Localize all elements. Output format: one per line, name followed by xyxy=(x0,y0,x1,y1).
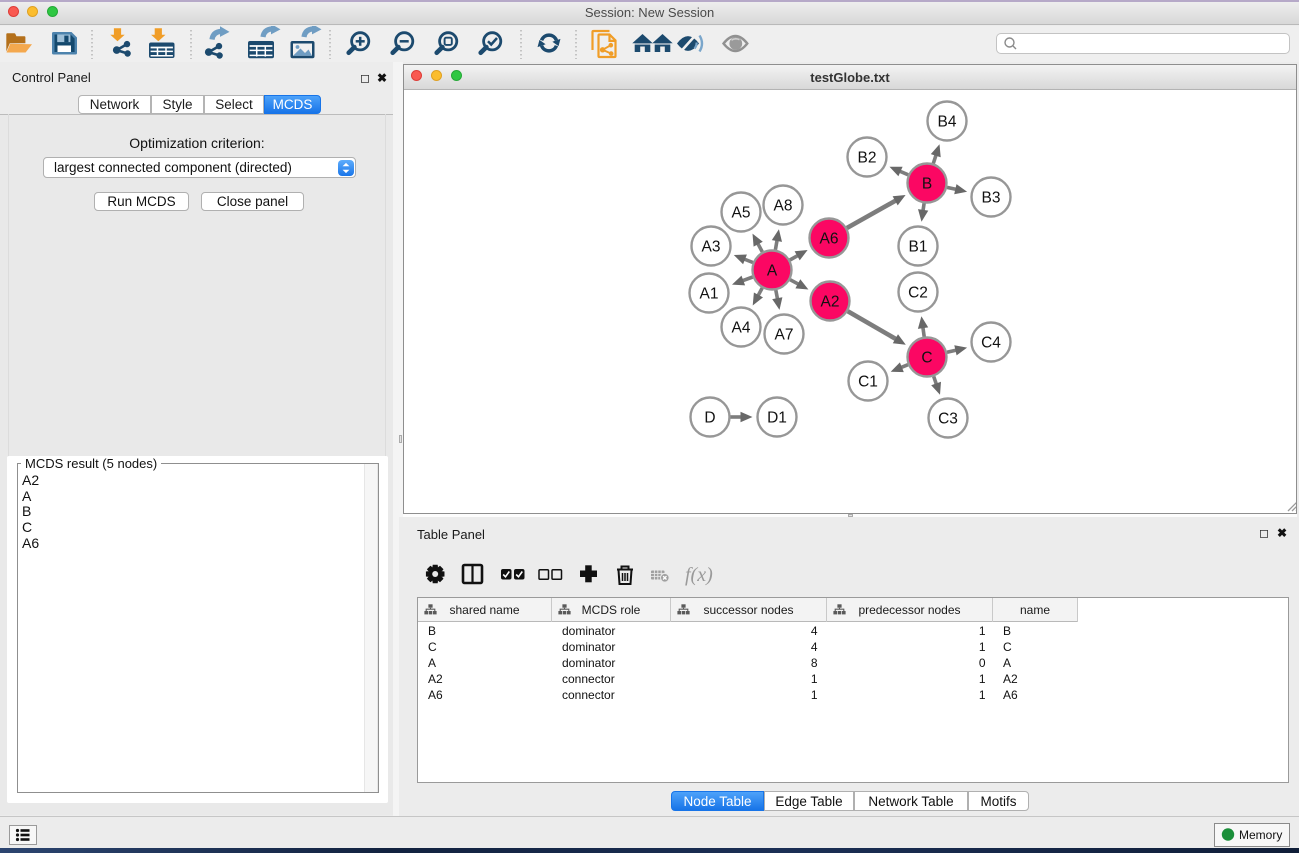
svg-text:B3: B3 xyxy=(982,190,1001,207)
svg-text:A7: A7 xyxy=(775,327,794,344)
svg-text:D1: D1 xyxy=(767,410,787,427)
svg-text:C2: C2 xyxy=(908,285,928,302)
svg-text:B2: B2 xyxy=(858,150,877,167)
svg-text:C1: C1 xyxy=(858,374,878,391)
svg-text:B: B xyxy=(922,176,932,193)
svg-text:A1: A1 xyxy=(700,286,719,303)
svg-text:C3: C3 xyxy=(938,411,958,428)
svg-text:A: A xyxy=(767,263,778,280)
svg-text:B1: B1 xyxy=(909,239,928,256)
svg-text:A5: A5 xyxy=(732,205,751,222)
svg-text:A8: A8 xyxy=(774,198,793,215)
svg-text:A6: A6 xyxy=(820,231,839,248)
svg-text:A4: A4 xyxy=(732,320,751,337)
svg-text:D: D xyxy=(704,410,715,427)
svg-text:f(x): f(x) xyxy=(685,564,713,586)
svg-text:A3: A3 xyxy=(702,239,721,256)
svg-text:A2: A2 xyxy=(821,294,840,311)
svg-text:C4: C4 xyxy=(981,335,1001,352)
svg-text:C: C xyxy=(921,350,932,367)
svg-text:B4: B4 xyxy=(938,114,957,131)
